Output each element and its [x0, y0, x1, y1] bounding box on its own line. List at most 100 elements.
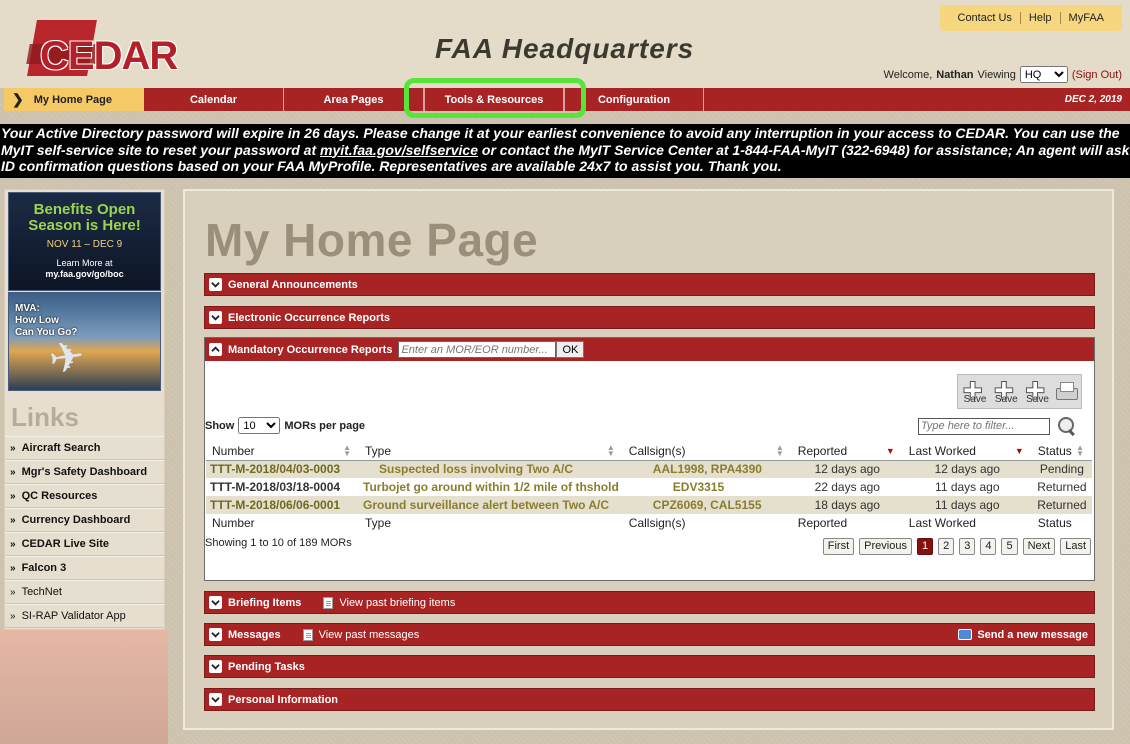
mva-banner[interactable]: MVA: How Low Can You Go? ✈ — [8, 292, 161, 391]
sidebar-item-mgr-safety-dashboard[interactable]: » Mgr's Safety Dashboard — [5, 460, 164, 484]
viewing-label: Viewing — [977, 68, 1016, 81]
password-alert: Your Active Directory password will expi… — [0, 124, 1130, 178]
help-link[interactable]: Help — [1019, 12, 1060, 24]
cell-status: Returned — [1031, 496, 1092, 514]
selfservice-link[interactable]: myit.faa.gov/selfservice — [320, 142, 478, 158]
nav-tools-resources[interactable]: Tools & Resources — [424, 88, 564, 111]
col-label: Type — [365, 443, 392, 458]
printer-icon[interactable] — [1054, 381, 1079, 402]
filter-control — [918, 415, 1078, 437]
view-past-briefing-link[interactable]: View past briefing items — [323, 596, 455, 609]
nav-calendar[interactable]: Calendar — [144, 88, 284, 111]
sidebar-item-cedar-live-site[interactable]: » CEDAR Live Site — [5, 532, 164, 556]
expand-icon[interactable] — [209, 628, 222, 641]
show-label: Show — [205, 419, 235, 432]
section-pending-tasks[interactable]: Pending Tasks — [204, 655, 1095, 678]
sidebar-item-technet[interactable]: » TechNet — [5, 580, 164, 604]
col-type[interactable]: Type ▲ ▼ — [359, 442, 623, 461]
sort-icon: ▲ ▼ — [343, 443, 351, 458]
pager-first[interactable]: First — [822, 538, 855, 555]
search-icon[interactable] — [1056, 415, 1078, 437]
cell-status: Pending — [1031, 460, 1092, 478]
col-callsigns[interactable]: Callsign(s) ▲ ▼ — [622, 442, 792, 461]
viewing-select[interactable]: HQ — [1019, 66, 1068, 83]
section-general-announcements[interactable]: General Announcements — [204, 273, 1095, 296]
col-status[interactable]: Status ▲ ▼ — [1031, 442, 1092, 461]
sidebar-item-si-rap-validator[interactable]: » SI-RAP Validator App — [5, 604, 164, 628]
table-row[interactable]: TTT-M-2018/03/18-0004 Turbojet go around… — [206, 478, 1092, 496]
pager-previous[interactable]: Previous — [859, 538, 912, 555]
main-panel: My Home Page General Announcements Elect… — [183, 189, 1114, 730]
cedar-logo[interactable]: CEDAR — [26, 16, 183, 82]
filter-input[interactable] — [918, 417, 1050, 435]
expand-icon[interactable] — [209, 660, 222, 673]
sort-desc-icon: ▼ — [1014, 446, 1024, 456]
banner-headline-1: Benefits Open — [33, 201, 136, 218]
col-number[interactable]: Number ▲ ▼ — [206, 442, 359, 461]
nav-area-pages[interactable]: Area Pages — [284, 88, 424, 111]
section-personal-information[interactable]: Personal Information — [204, 688, 1095, 711]
contact-us-link[interactable]: Contact Us — [950, 12, 1020, 24]
welcome-bar: Welcome, Nathan Viewing HQ (Sign Out) — [884, 66, 1122, 83]
save-icon[interactable]: ✚ Save — [992, 378, 1018, 405]
view-past-messages-link[interactable]: View past messages — [302, 628, 419, 641]
save-icon[interactable]: ✚ Save — [1023, 378, 1049, 405]
benefits-banner[interactable]: Benefits Open Season is Here! NOV 11 – D… — [8, 192, 161, 291]
mor-search-ok-button[interactable]: OK — [556, 341, 585, 358]
table-row[interactable]: TTT-M-2018/06/06-0001 Ground surveillanc… — [206, 496, 1092, 514]
sidebar-item-qc-resources[interactable]: » QC Resources — [5, 484, 164, 508]
table-row[interactable]: TTT-M-2018/04/03-0003 Suspected loss inv… — [206, 460, 1092, 478]
col-reported[interactable]: Reported ▼ — [791, 442, 903, 461]
links-title: Links — [11, 402, 79, 432]
collapse-icon[interactable] — [209, 343, 222, 356]
section-electronic-occurrence-reports[interactable]: Electronic Occurrence Reports — [204, 306, 1095, 329]
document-icon — [302, 628, 313, 641]
col-last-worked[interactable]: Last Worked ▼ — [902, 442, 1032, 461]
expand-icon[interactable] — [209, 278, 222, 291]
foot-col-callsigns: Callsign(s) — [628, 516, 686, 530]
cell-last-worked: 11 days ago — [902, 496, 1032, 514]
send-message-link[interactable]: Send a new message — [958, 629, 1088, 641]
mor-search-input[interactable] — [398, 341, 557, 358]
nav-home-tab[interactable]: ❯ My Home Page — [4, 88, 144, 111]
pager-page-2[interactable]: 2 — [938, 538, 955, 555]
save-icon[interactable]: ✚ Save — [961, 378, 987, 405]
expand-icon[interactable] — [209, 693, 222, 706]
pager-page-3[interactable]: 3 — [959, 538, 976, 555]
sidebar-item-falcon-3[interactable]: » Falcon 3 — [5, 556, 164, 580]
section-briefing-items[interactable]: Briefing Items View past briefing items — [204, 591, 1095, 614]
cell-number[interactable]: TTT-M-2018/03/18-0004 — [206, 478, 359, 496]
sort-desc-icon: ▼ — [885, 446, 895, 456]
cell-callsigns: EDV3315 — [622, 478, 792, 496]
cell-number[interactable]: TTT-M-2018/06/06-0001 — [206, 496, 359, 514]
page-title: My Home Page — [205, 214, 539, 266]
pager-page-1[interactable]: 1 — [916, 538, 934, 555]
cell-status: Returned — [1031, 478, 1092, 496]
sign-out-link[interactable]: (Sign Out) — [1072, 69, 1122, 81]
links-list: » Aircraft Search » Mgr's Safety Dashboard… — [5, 436, 164, 628]
page-size-select[interactable]: 10 — [238, 417, 281, 434]
pager-next[interactable]: Next — [1022, 538, 1056, 555]
cell-number[interactable]: TTT-M-2018/04/03-0003 — [206, 460, 359, 478]
sidebar-item-currency-dashboard[interactable]: » Currency Dashboard — [5, 508, 164, 532]
top-links: Contact Us Help MyFAA — [939, 5, 1122, 31]
section-messages[interactable]: Messages View past messages Send a new m… — [204, 623, 1095, 646]
export-toolbar: ✚ Save ✚ Save ✚ Save — [957, 374, 1082, 409]
section-label: Personal Information — [228, 693, 339, 706]
foot-col-last-worked: Last Worked — [908, 516, 976, 530]
message-icon — [958, 629, 973, 640]
myfaa-link[interactable]: MyFAA — [1059, 12, 1112, 24]
nav-configuration[interactable]: Configuration — [564, 88, 704, 111]
cell-reported: 22 days ago — [791, 478, 903, 496]
sort-icon: ▲ ▼ — [606, 443, 615, 458]
pager-page-4[interactable]: 4 — [980, 538, 997, 555]
expand-icon[interactable] — [209, 311, 222, 324]
expand-icon[interactable] — [209, 596, 222, 609]
col-label: Callsign(s) — [628, 443, 686, 458]
pager-last[interactable]: Last — [1060, 538, 1091, 555]
main-nav: ❯ My Home Page Calendar Area Pages Tools… — [4, 88, 1130, 111]
sidebar-item-label: Aircraft Search — [21, 442, 101, 454]
pager-page-5[interactable]: 5 — [1001, 538, 1018, 555]
welcome-label: Welcome, — [883, 68, 933, 81]
sidebar-item-aircraft-search[interactable]: » Aircraft Search — [5, 436, 164, 460]
